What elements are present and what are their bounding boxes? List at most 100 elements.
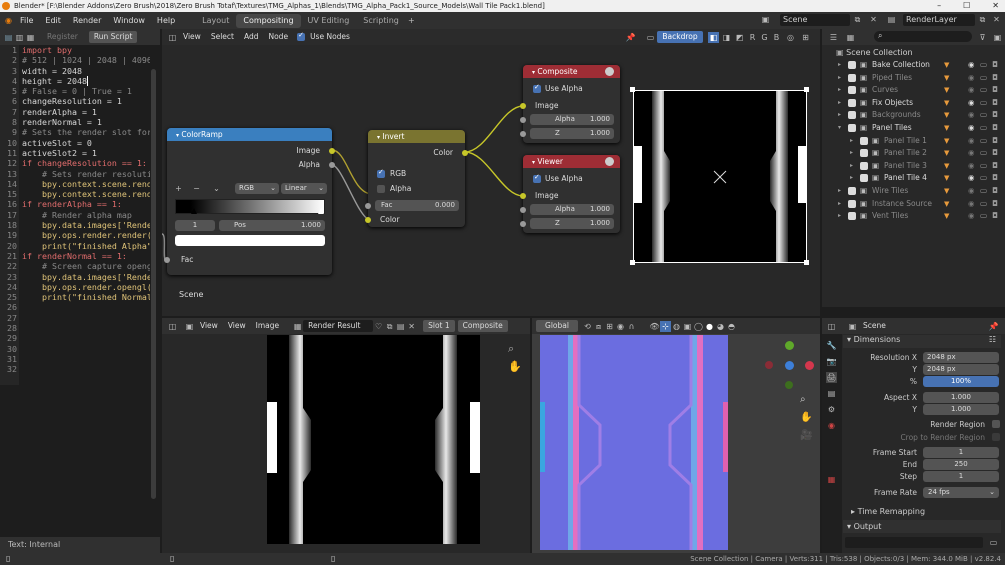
zoom-icon[interactable]: ⌕ <box>508 342 514 356</box>
outliner-item[interactable]: ▸ ▣ Panel Tile 2 ▼ ◉ ▭ ◘ <box>822 147 1002 160</box>
visibility-icon[interactable]: 👁 <box>649 321 660 332</box>
frame-start-field[interactable]: 1 <box>923 447 999 458</box>
image-browse-icon[interactable]: ▦ <box>292 321 303 332</box>
viewer-z-socket[interactable] <box>520 221 526 227</box>
exclude-checkbox[interactable] <box>848 187 856 195</box>
camera-icon[interactable]: ◘ <box>992 147 998 160</box>
y-axis-icon[interactable] <box>785 341 794 350</box>
snap-icon[interactable]: ⧈ <box>593 321 604 332</box>
outliner[interactable]: ☰ ▦ ⌕ ⊽ ▣ ▣ Scene Collection ▸ ▣ Bake Coll… <box>822 29 1005 307</box>
monitor-icon[interactable]: ▭ <box>980 84 987 97</box>
chevron-right-icon[interactable]: ▸ <box>850 160 853 173</box>
eye-icon[interactable]: ◉ <box>968 135 975 148</box>
new-scene-icon[interactable]: ⧉ <box>852 14 863 25</box>
chevron-right-icon[interactable]: ▸ <box>838 59 841 72</box>
composite-use-alpha-checkbox[interactable] <box>533 83 541 93</box>
res-x-field[interactable]: 2048 px <box>923 352 999 363</box>
outliner-item[interactable]: ▸ ▣ Panel Tile 1 ▼ ◉ ▭ ◘ <box>822 135 1002 148</box>
shading-wire-icon[interactable]: ◯ <box>693 321 704 332</box>
exclude-checkbox[interactable] <box>860 174 868 183</box>
editor-type-icon[interactable]: ◫ <box>167 321 178 332</box>
outliner-item[interactable]: ▸ ▣ Vent Tiles ▼ ◉ ▭ ◘ <box>822 210 1002 223</box>
gizmo-icon[interactable]: ⊹ <box>660 320 671 332</box>
display-mode-icon[interactable]: ▦ <box>845 32 856 43</box>
new-collection-icon[interactable]: ▣ <box>992 32 1003 43</box>
workspace-tab-uv-editing[interactable]: UV Editing <box>301 14 357 28</box>
invert-header[interactable]: ▾ Invert <box>368 130 465 143</box>
eye-icon[interactable]: ◉ <box>968 59 975 72</box>
text-browse-icon[interactable]: ▦ <box>25 32 36 43</box>
maximize-icon[interactable]: ☐ <box>963 0 970 12</box>
exclude-checkbox[interactable] <box>848 61 856 69</box>
colorramp-image-socket[interactable] <box>329 148 335 154</box>
editor-type-icon[interactable]: ◫ <box>826 321 837 332</box>
camera-icon[interactable]: ◘ <box>992 122 998 135</box>
camera-icon[interactable]: ◘ <box>992 72 998 85</box>
snap-target-icon[interactable]: ⊞ <box>604 321 615 332</box>
invert-fac-socket[interactable] <box>365 203 371 209</box>
monitor-icon[interactable]: ▭ <box>980 147 987 160</box>
eye-icon[interactable]: ◉ <box>968 185 975 198</box>
stop-index-field[interactable]: 1 <box>175 220 215 231</box>
eye-icon[interactable]: ◉ <box>968 147 975 160</box>
chevron-right-icon[interactable]: ▸ <box>850 172 853 185</box>
pivot-icon[interactable]: ⟲ <box>582 321 593 332</box>
monitor-icon[interactable]: ▭ <box>980 122 987 135</box>
texture-tab-icon[interactable]: ▦ <box>826 474 837 485</box>
delete-scene-icon[interactable]: ✕ <box>868 14 879 25</box>
monitor-icon[interactable]: ▭ <box>980 172 987 185</box>
z-axis-icon[interactable] <box>785 361 794 370</box>
monitor-icon[interactable]: ▭ <box>980 160 987 173</box>
camera-icon[interactable]: ◘ <box>992 135 998 148</box>
monitor-icon[interactable]: ▭ <box>980 135 987 148</box>
camera-view-icon[interactable]: 🎥 <box>800 430 812 441</box>
viewport-3d[interactable]: Global ⟲ ⧈ ⊞ ◉ ∩ 👁 ⊹ ◍ ▣ ◯ ● ◕ ◓ ⌕ ✋ 🎥 <box>532 318 820 553</box>
composite-node[interactable]: ▾ Composite Use Alpha Image Alpha1.000 Z… <box>520 65 620 143</box>
outliner-item[interactable]: ▸ ▣ Panel Tile 3 ▼ ◉ ▭ ◘ <box>822 160 1002 173</box>
folder-icon[interactable]: ▭ <box>988 537 999 548</box>
menu-window[interactable]: Window <box>107 16 151 25</box>
eye-icon[interactable]: ◉ <box>968 109 975 122</box>
camera-icon[interactable]: ◘ <box>992 84 998 97</box>
monitor-icon[interactable]: ▭ <box>980 185 987 198</box>
view-layer-tab-icon[interactable]: ▤ <box>826 388 837 399</box>
pin-icon[interactable]: 📌 <box>988 321 999 332</box>
add-workspace-icon[interactable]: + <box>406 15 417 26</box>
outliner-item[interactable]: ▸ ▣ Piped Tiles ▼ ◉ ▭ ◘ <box>822 72 1002 85</box>
outliner-item[interactable]: ▸ ▣ Curves ▼ ◉ ▭ ◘ <box>822 84 1002 97</box>
menu-help[interactable]: Help <box>151 16 181 25</box>
exclude-checkbox[interactable] <box>860 136 868 145</box>
camera-icon[interactable]: ◘ <box>992 59 998 72</box>
eye-icon[interactable]: ◉ <box>968 122 975 135</box>
interpolation-select[interactable]: Linear ⌄ <box>281 183 327 194</box>
viewer-z-field[interactable]: Z 1.000 <box>530 218 614 229</box>
scene-collection-row[interactable]: ▣ Scene Collection <box>836 47 913 59</box>
menu-view-mode[interactable]: View <box>195 320 223 332</box>
eye-icon[interactable]: ◉ <box>968 72 975 85</box>
editor-type-icon[interactable]: ☰ <box>828 32 839 43</box>
viewer-use-alpha-checkbox[interactable] <box>533 173 541 183</box>
output-tab-icon[interactable]: 🖨 <box>826 372 837 383</box>
menu-file[interactable]: File <box>14 16 39 25</box>
composite-header[interactable]: ▾ Composite <box>523 65 620 78</box>
outliner-item[interactable]: ▾ ▣ Panel Tiles ▼ ◉ ▭ ◘ <box>822 122 1002 135</box>
menu-edit[interactable]: Edit <box>39 16 67 25</box>
xray-icon[interactable]: ▣ <box>682 321 693 332</box>
exclude-checkbox[interactable] <box>860 161 868 170</box>
image-name-field[interactable]: Render Result <box>303 320 374 332</box>
close-icon[interactable]: ✕ <box>992 0 999 12</box>
dimensions-panel-header[interactable]: ▾ Dimensions ☷ <box>843 335 1001 348</box>
scene-selector[interactable]: Scene <box>780 14 850 26</box>
text-scrollbar[interactable] <box>151 69 156 499</box>
exclude-checkbox[interactable] <box>848 73 856 82</box>
color-mode-select[interactable]: RGB ⌄ <box>235 183 279 194</box>
outliner-item[interactable]: ▸ ▣ Fix Objects ▼ ◉ ▭ ◘ <box>822 97 1002 110</box>
image-editor[interactable]: ◫ ▣ View View Image ▦ Render Result ♡ ⧉ … <box>162 318 530 553</box>
properties-editor[interactable]: ◫ ▣ Scene 📌 🔧 📷 🖨 ▤ ⚙ ◉ ▦ ▾ Dimensions ☷ … <box>822 318 1005 553</box>
camera-icon[interactable]: ◘ <box>992 172 998 185</box>
color-stop-1[interactable] <box>318 208 324 214</box>
unlink-icon[interactable]: ✕ <box>406 321 417 332</box>
menu-image[interactable]: Image <box>251 320 285 332</box>
navigation-gizmo[interactable] <box>765 339 821 409</box>
invert-node[interactable]: ▾ Invert Color RGB Alpha Fac0.000 Color <box>365 130 468 227</box>
